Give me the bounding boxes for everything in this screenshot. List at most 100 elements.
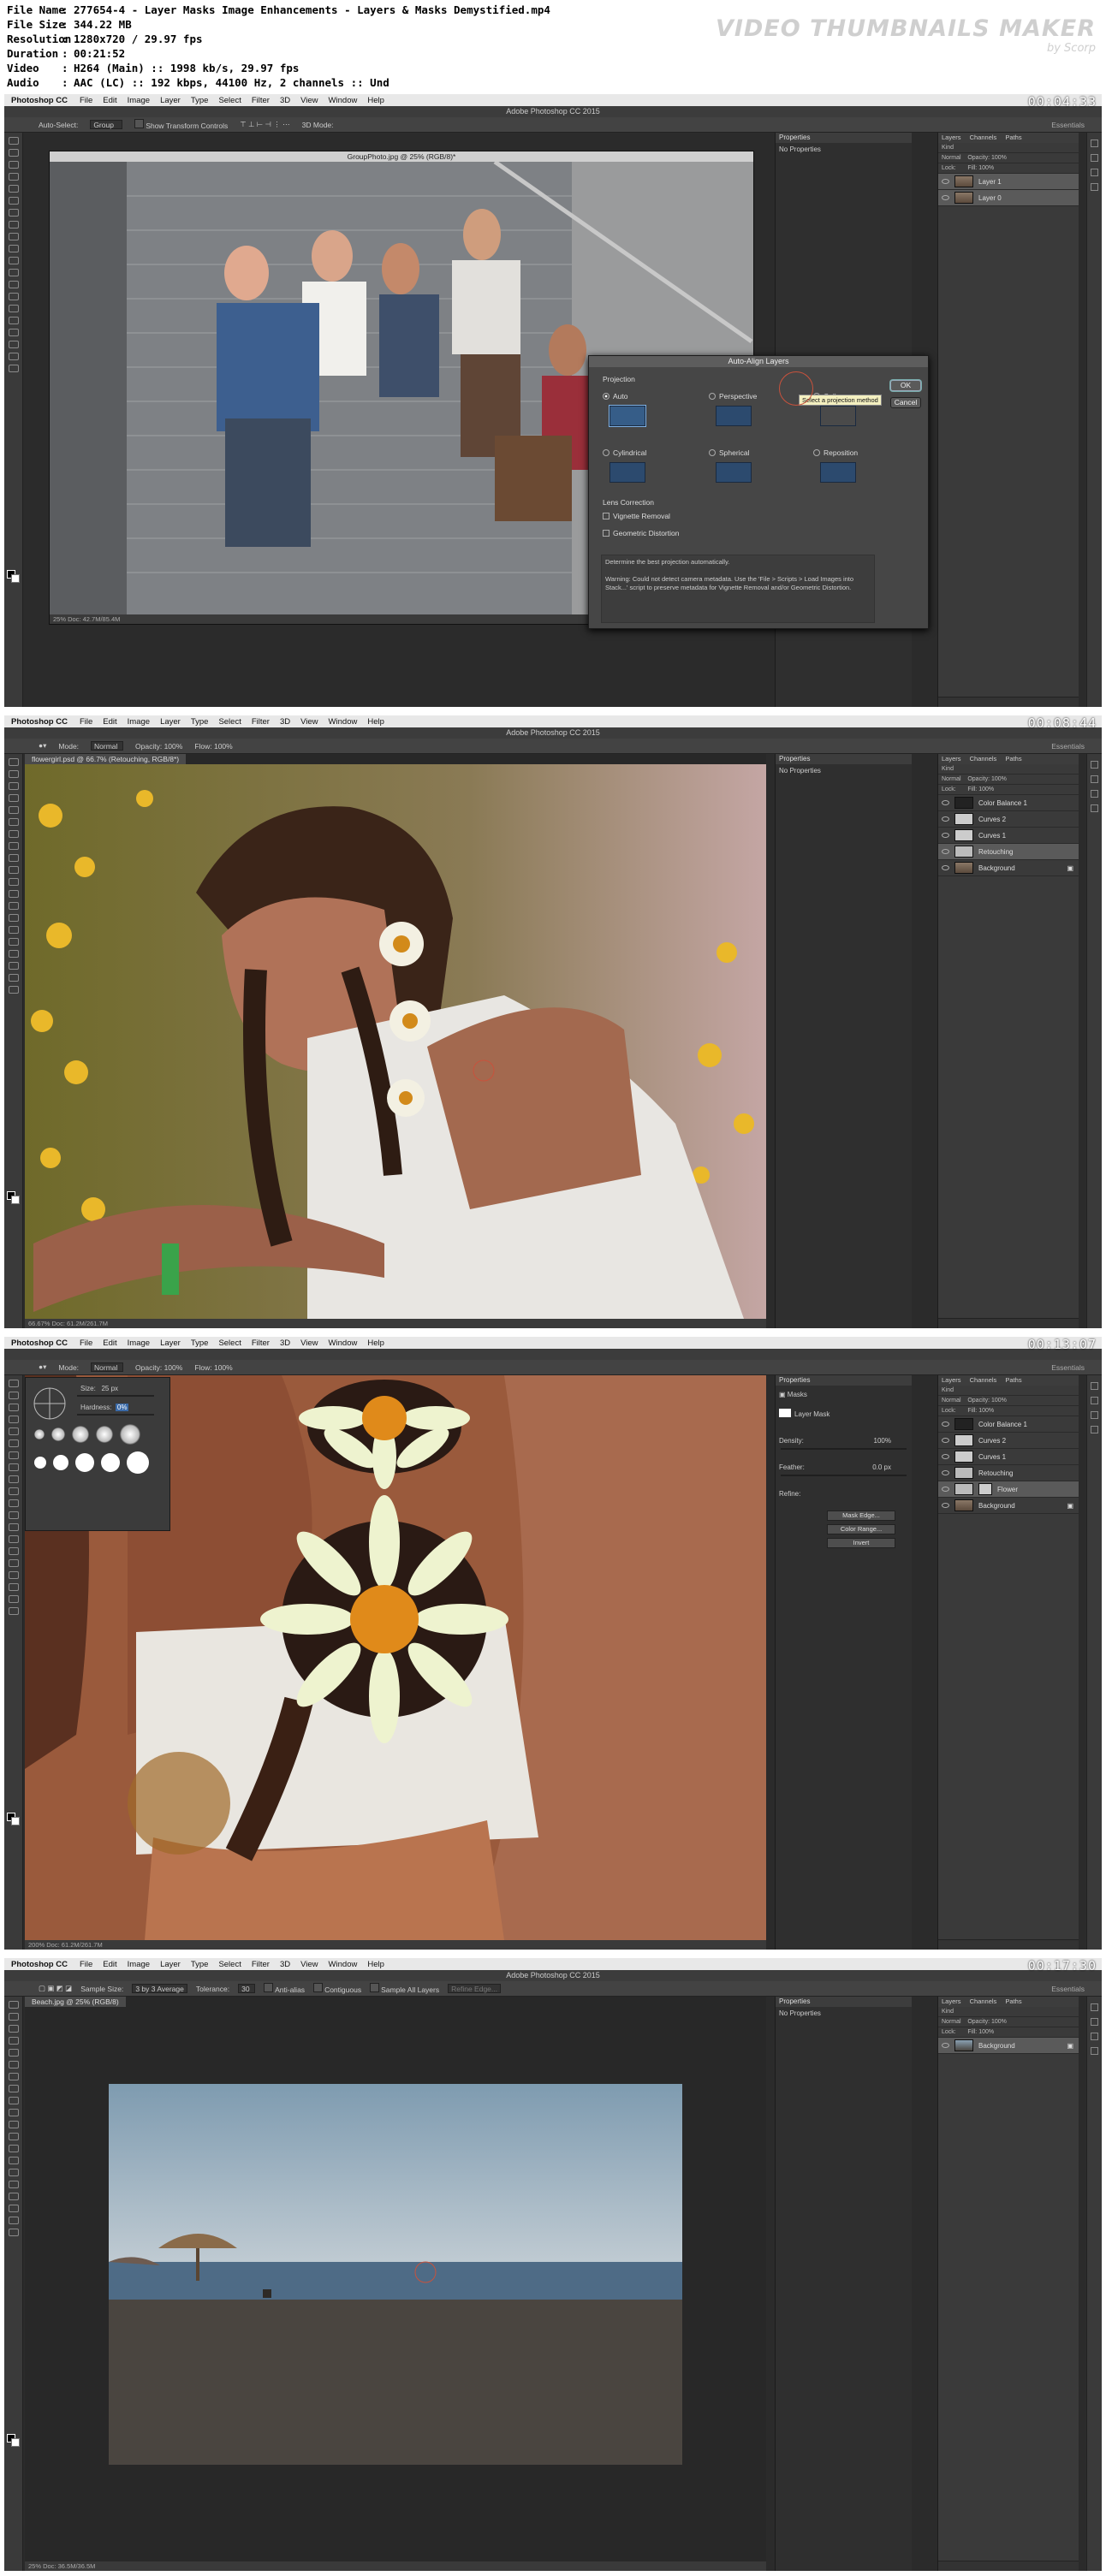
adjustments-icon[interactable] [1091,790,1098,798]
stamp-tool-icon[interactable] [8,2097,19,2104]
anti-alias-checkbox[interactable] [264,1983,274,1992]
brush-preset-icon[interactable]: ●▾ [39,1362,46,1372]
menu-layer[interactable]: Layer [160,717,181,727]
flow-field[interactable]: Flow: 100% [194,1363,232,1372]
visibility-eye-icon[interactable] [942,1438,949,1443]
adjustments-icon[interactable] [1091,1411,1098,1419]
layers-filter-row[interactable]: Kind [938,2007,1079,2017]
brush-tip-icon[interactable] [120,1424,140,1445]
menu-filter[interactable]: Filter [252,1960,270,1969]
brush-tool-icon[interactable] [8,2085,19,2092]
visibility-eye-icon[interactable] [942,865,949,870]
feather-slider[interactable] [781,1475,907,1476]
layer-row[interactable]: Curves 1 [938,828,1079,844]
shape-tool-icon[interactable] [8,1583,19,1591]
eyedropper-tool-icon[interactable] [8,818,19,826]
menu-view[interactable]: View [300,717,318,727]
type-tool-icon[interactable] [8,938,19,946]
menu-help[interactable]: Help [367,717,384,727]
background-color-swatch[interactable] [11,574,20,583]
visibility-eye-icon[interactable] [942,849,949,854]
visibility-eye-icon[interactable] [942,816,949,822]
history-icon[interactable] [1091,139,1098,147]
mask-edge-button[interactable]: Mask Edge... [827,1511,895,1521]
perspective-projection-icon[interactable] [716,406,752,426]
quick-select-tool-icon[interactable] [8,173,19,181]
visibility-eye-icon[interactable] [942,2043,949,2048]
layers-lock-row[interactable]: Lock: Fill: 100% [938,163,1079,174]
healing-tool-icon[interactable] [8,1451,19,1459]
menu-filter[interactable]: Filter [252,717,270,727]
menu-3d[interactable]: 3D [280,96,290,105]
app-menu[interactable]: Photoshop CC [11,96,68,105]
adjustments-icon[interactable] [1091,169,1098,176]
swatches-icon[interactable] [1091,1426,1098,1433]
hand-tool-icon[interactable] [8,1595,19,1603]
zoom-tool-icon[interactable] [8,1607,19,1615]
history-brush-icon[interactable] [8,866,19,874]
pen-tool-icon[interactable] [8,926,19,934]
swatches-icon[interactable] [1091,804,1098,812]
sample-size-dropdown[interactable]: 3 by 3 Average [132,1984,187,1993]
menu-select[interactable]: Select [218,1338,241,1348]
brush-presets-icon[interactable] [1091,154,1098,162]
menu-help[interactable]: Help [367,96,384,105]
adjustments-icon[interactable] [1091,2033,1098,2040]
layer-row[interactable]: Background ▣ [938,2038,1079,2054]
color-range-button[interactable]: Color Range... [827,1524,895,1534]
layers-blend-row[interactable]: Normal Opacity: 100% [938,153,1079,163]
selection-mode-icons[interactable]: ▢ ▣ ◩ ◪ [39,1984,72,1993]
menu-image[interactable]: Image [128,1960,150,1969]
menu-image[interactable]: Image [128,717,150,727]
menu-select[interactable]: Select [218,1960,241,1969]
tab-channels[interactable]: Channels [970,134,997,141]
eraser-tool-icon[interactable] [8,257,19,264]
dodge-tool-icon[interactable] [8,1535,19,1543]
menu-view[interactable]: View [300,96,318,105]
auto-projection-icon[interactable] [609,405,646,427]
menu-image[interactable]: Image [128,96,150,105]
pen-tool-icon[interactable] [8,305,19,312]
layer-row[interactable]: Curves 2 [938,811,1079,828]
menu-select[interactable]: Select [218,717,241,727]
eraser-tool-icon[interactable] [8,2121,19,2128]
menu-edit[interactable]: Edit [103,96,116,105]
layers-footer-buttons[interactable] [938,1939,1079,1950]
layers-footer-buttons[interactable] [938,697,1079,707]
layers-blend-row[interactable]: Normal Opacity: 100% [938,1396,1079,1406]
healing-tool-icon[interactable] [8,830,19,838]
mode-dropdown[interactable]: Normal [91,1362,124,1372]
radio-cylindrical[interactable]: Cylindrical [603,448,646,457]
collage-projection-icon[interactable] [820,406,856,426]
workspace-switcher[interactable]: Essentials [1051,742,1085,751]
workspace-switcher[interactable]: Essentials [1051,1363,1085,1372]
brush-tip-icon[interactable] [72,1426,89,1443]
tab-paths[interactable]: Paths [1005,134,1021,141]
visibility-eye-icon[interactable] [942,800,949,805]
tab-channels[interactable]: Channels [970,755,997,763]
opacity-field[interactable]: Opacity: 100% [135,742,182,751]
brush-tool-icon[interactable] [8,1463,19,1471]
path-select-icon[interactable] [8,950,19,958]
menu-type[interactable]: Type [191,96,209,105]
menu-view[interactable]: View [300,1960,318,1969]
history-icon[interactable] [1091,2003,1098,2011]
menu-edit[interactable]: Edit [103,717,116,727]
layer-row[interactable]: Background ▣ [938,860,1079,876]
history-brush-icon[interactable] [8,2109,19,2116]
radio-spherical[interactable]: Spherical [709,448,749,457]
layer-row[interactable]: Color Balance 1 [938,795,1079,811]
menu-layer[interactable]: Layer [160,1960,181,1969]
quick-select-tool-icon[interactable] [8,2037,19,2045]
brush-tip-icon[interactable] [53,1455,68,1470]
document-tab[interactable]: Beach.jpg @ 25% (RGB/8) [25,1997,126,2007]
quick-select-tool-icon[interactable] [8,794,19,802]
gradient-tool-icon[interactable] [8,269,19,276]
menu-help[interactable]: Help [367,1960,384,1969]
visibility-eye-icon[interactable] [942,1503,949,1508]
radio-auto[interactable]: Auto [603,392,628,401]
background-color-swatch[interactable] [11,1196,20,1204]
menu-file[interactable]: File [80,1338,92,1348]
crop-tool-icon[interactable] [8,185,19,193]
tolerance-field[interactable]: 30 [238,1984,256,1993]
